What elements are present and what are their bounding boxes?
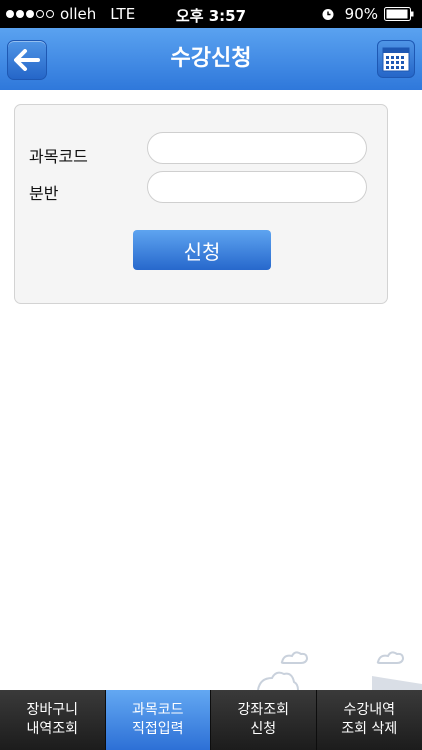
tab-label-line1: 장바구니 [26,702,79,718]
battery-percent: 90% [344,5,378,23]
calendar-icon [382,47,410,72]
tab-label-line2: 신청 [250,721,277,737]
course-code-label: 과목코드 [29,147,88,166]
tab-label-line2: 내역조회 [26,721,79,737]
tab-label-line1: 강좌조회 [237,702,290,718]
tab-course-search[interactable]: 강좌조회 신청 [211,690,317,750]
tab-label-line1: 과목코드 [131,702,184,718]
section-label: 분반 [29,184,59,203]
tab-label-line2: 조회 삭제 [341,721,398,737]
header-bar: 수강신청 [0,28,422,90]
status-right: 90% [321,5,414,23]
arrow-left-icon [14,49,40,71]
battery-icon [384,7,414,21]
status-bar: olleh LTE 오후 3:57 90% [0,0,422,28]
tab-cart-history[interactable]: 장바구니 내역조회 [0,690,106,750]
landscape-decoration-icon [257,651,422,690]
bottom-tab-bar: 장바구니 내역조회 과목코드 직접입력 강좌조회 신청 수강내역 조회 삭제 [0,690,422,750]
tab-label-line1: 수강내역 [343,702,396,718]
course-code-input[interactable] [147,132,367,164]
calendar-button[interactable] [377,40,415,78]
tab-course-code-entry[interactable]: 과목코드 직접입력 [105,690,211,750]
submit-button[interactable]: 신청 [133,230,271,270]
alarm-icon [322,9,334,20]
tab-label-line2: 직접입력 [131,721,184,737]
tab-enrollment-history[interactable]: 수강내역 조회 삭제 [317,690,422,750]
page-title: 수강신청 [170,46,252,71]
course-form: 과목코드 분반 신청 [14,104,388,304]
section-input[interactable] [147,171,367,203]
back-button[interactable] [7,40,47,80]
